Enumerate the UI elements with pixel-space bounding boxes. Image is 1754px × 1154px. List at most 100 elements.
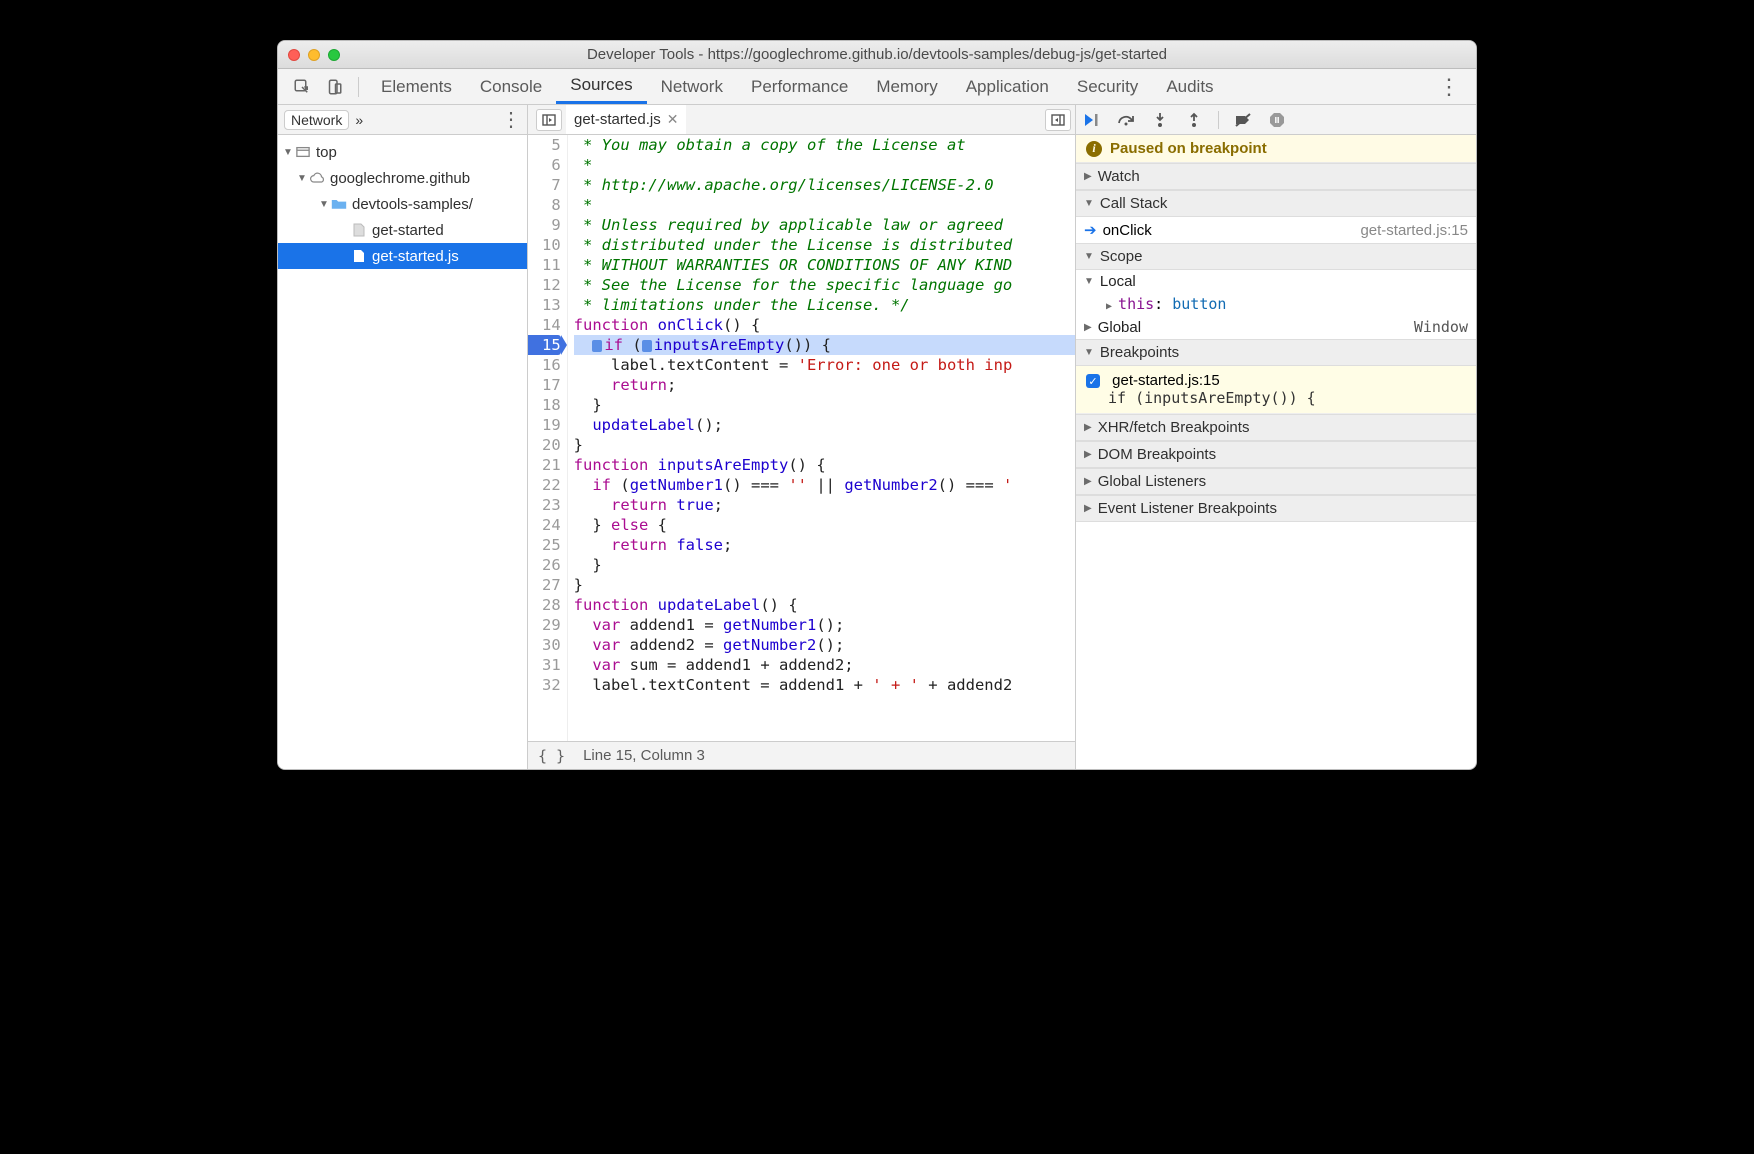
- navigator-more-icon[interactable]: ⋮: [501, 107, 521, 132]
- toggle-navigator-button[interactable]: [536, 109, 562, 131]
- tree-folder[interactable]: ▼ devtools-samples/: [278, 191, 527, 217]
- code-line: return false;: [574, 535, 1075, 555]
- breakpoints-section[interactable]: ▼Breakpoints: [1076, 339, 1476, 366]
- code-line: *: [574, 195, 1075, 215]
- cloud-icon: [308, 170, 326, 186]
- editor-tab[interactable]: get-started.js ✕: [566, 105, 686, 134]
- dom-breakpoints-section[interactable]: ▶DOM Breakpoints: [1076, 441, 1476, 468]
- frame-icon: [294, 144, 312, 160]
- tab-security[interactable]: Security: [1063, 69, 1152, 104]
- line-number[interactable]: 12: [528, 275, 561, 295]
- line-number[interactable]: 17: [528, 375, 561, 395]
- tree-top[interactable]: ▼ top: [278, 139, 527, 165]
- line-number[interactable]: 19: [528, 415, 561, 435]
- breakpoint-marker-icon: [642, 340, 652, 352]
- code-line: * See the License for the specific langu…: [574, 275, 1075, 295]
- file-icon: [350, 248, 368, 264]
- scope-variable[interactable]: ▶ this: button: [1076, 293, 1476, 315]
- line-number[interactable]: 11: [528, 255, 561, 275]
- resume-button[interactable]: [1082, 110, 1102, 130]
- tab-memory[interactable]: Memory: [862, 69, 951, 104]
- line-number[interactable]: 22: [528, 475, 561, 495]
- window-title: Developer Tools - https://googlechrome.g…: [278, 46, 1476, 63]
- line-number[interactable]: 7: [528, 175, 561, 195]
- scope-section[interactable]: ▼Scope: [1076, 243, 1476, 270]
- line-number[interactable]: 25: [528, 535, 561, 555]
- editor-body[interactable]: 5678910111213141516171819202122232425262…: [528, 135, 1075, 741]
- scope-global[interactable]: ▶GlobalWindow: [1076, 315, 1476, 339]
- line-number[interactable]: 10: [528, 235, 561, 255]
- tab-audits[interactable]: Audits: [1152, 69, 1227, 104]
- pretty-print-icon[interactable]: { }: [538, 747, 565, 765]
- tab-console[interactable]: Console: [466, 69, 556, 104]
- line-number[interactable]: 14: [528, 315, 561, 335]
- line-number[interactable]: 13: [528, 295, 561, 315]
- line-number[interactable]: 21: [528, 455, 561, 475]
- code-area[interactable]: * You may obtain a copy of the License a…: [568, 135, 1075, 741]
- line-number[interactable]: 16: [528, 355, 561, 375]
- code-line: * Unless required by applicable law or a…: [574, 215, 1075, 235]
- line-gutter[interactable]: 5678910111213141516171819202122232425262…: [528, 135, 568, 741]
- toggle-debugger-button[interactable]: [1045, 109, 1071, 131]
- pause-on-exceptions-button[interactable]: [1267, 110, 1287, 130]
- line-number[interactable]: 20: [528, 435, 561, 455]
- step-over-button[interactable]: [1116, 110, 1136, 130]
- event-listener-breakpoints-section[interactable]: ▶Event Listener Breakpoints: [1076, 495, 1476, 522]
- line-number[interactable]: 15: [528, 335, 561, 355]
- file-icon: [350, 222, 368, 238]
- tree-label: top: [316, 144, 337, 161]
- tab-elements[interactable]: Elements: [367, 69, 466, 104]
- code-line: return true;: [574, 495, 1075, 515]
- xhr-breakpoints-section[interactable]: ▶XHR/fetch Breakpoints: [1076, 414, 1476, 441]
- tab-performance[interactable]: Performance: [737, 69, 862, 104]
- tree-label: get-started.js: [372, 248, 459, 265]
- line-number[interactable]: 5: [528, 135, 561, 155]
- code-line: } else {: [574, 515, 1075, 535]
- code-line: * WITHOUT WARRANTIES OR CONDITIONS OF AN…: [574, 255, 1075, 275]
- chevron-right-icon[interactable]: »: [355, 112, 363, 128]
- device-toolbar-icon[interactable]: [324, 77, 344, 97]
- more-menu-icon[interactable]: ⋮: [1430, 74, 1468, 100]
- callstack-frame[interactable]: ➔ onClick get-started.js:15: [1076, 217, 1476, 243]
- code-line: *: [574, 155, 1075, 175]
- close-tab-icon[interactable]: ✕: [667, 111, 679, 128]
- scope-local[interactable]: ▼Local: [1076, 270, 1476, 293]
- line-number[interactable]: 8: [528, 195, 561, 215]
- code-line: * http://www.apache.org/licenses/LICENSE…: [574, 175, 1075, 195]
- tree-file-html[interactable]: get-started: [278, 217, 527, 243]
- debugger-pane: i Paused on breakpoint ▶Watch ▼Call Stac…: [1076, 105, 1476, 769]
- tree-file-js[interactable]: get-started.js: [278, 243, 527, 269]
- line-number[interactable]: 6: [528, 155, 561, 175]
- line-number[interactable]: 31: [528, 655, 561, 675]
- tab-network[interactable]: Network: [647, 69, 737, 104]
- code-line: label.textContent = 'Error: one or both …: [574, 355, 1075, 375]
- checkbox-checked-icon[interactable]: ✓: [1086, 374, 1100, 388]
- breakpoint-item[interactable]: ✓ get-started.js:15 if (inputsAreEmpty()…: [1076, 366, 1476, 414]
- line-number[interactable]: 26: [528, 555, 561, 575]
- line-number[interactable]: 30: [528, 635, 561, 655]
- callstack-section[interactable]: ▼Call Stack: [1076, 190, 1476, 217]
- current-frame-icon: ➔: [1084, 221, 1097, 239]
- breakpoint-condition: if (inputsAreEmpty()) {: [1086, 389, 1466, 407]
- navigator-selector[interactable]: Network: [284, 110, 349, 130]
- tree-domain[interactable]: ▼ googlechrome.github: [278, 165, 527, 191]
- tab-application[interactable]: Application: [952, 69, 1063, 104]
- line-number[interactable]: 9: [528, 215, 561, 235]
- code-line: var sum = addend1 + addend2;: [574, 655, 1075, 675]
- line-number[interactable]: 32: [528, 675, 561, 695]
- line-number[interactable]: 28: [528, 595, 561, 615]
- line-number[interactable]: 23: [528, 495, 561, 515]
- global-listeners-section[interactable]: ▶Global Listeners: [1076, 468, 1476, 495]
- tab-sources[interactable]: Sources: [556, 69, 646, 104]
- deactivate-breakpoints-button[interactable]: [1233, 110, 1253, 130]
- code-line: function onClick() {: [574, 315, 1075, 335]
- line-number[interactable]: 24: [528, 515, 561, 535]
- step-into-button[interactable]: [1150, 110, 1170, 130]
- line-number[interactable]: 27: [528, 575, 561, 595]
- watch-section[interactable]: ▶Watch: [1076, 163, 1476, 190]
- line-number[interactable]: 18: [528, 395, 561, 415]
- inspect-element-icon[interactable]: [292, 77, 312, 97]
- step-out-button[interactable]: [1184, 110, 1204, 130]
- line-number[interactable]: 29: [528, 615, 561, 635]
- separator: [358, 77, 359, 97]
